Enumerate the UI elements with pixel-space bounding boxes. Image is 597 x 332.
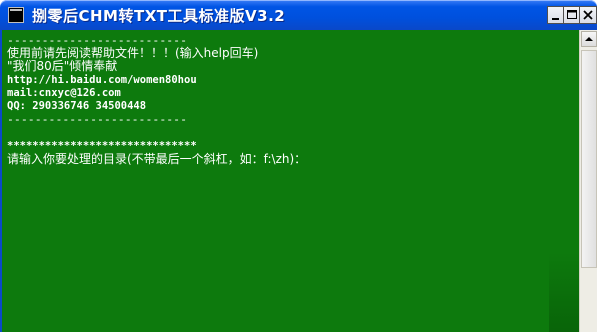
console-line-stars: ****************************** <box>7 139 197 152</box>
title-bar[interactable]: 捌零后CHM转TXT工具标准版V3.2 <box>0 0 597 30</box>
maximize-icon <box>567 10 577 19</box>
vertical-scrollbar[interactable] <box>579 30 597 332</box>
console-output[interactable]: -------------------------- 使用前请先阅读帮助文件！！！… <box>0 30 579 332</box>
console-shade <box>549 252 579 332</box>
window-title: 捌零后CHM转TXT工具标准版V3.2 <box>32 7 286 25</box>
console-line-blank <box>7 126 306 139</box>
close-icon <box>583 10 593 20</box>
console-line-mail: mail:cnxyc@126.com <box>7 86 121 99</box>
scrollbar-thumb[interactable] <box>581 50 597 268</box>
console-line-separator-bottom: -------------------------- <box>7 112 188 127</box>
console-window: 捌零后CHM转TXT工具标准版V3.2 --------------------… <box>0 0 597 332</box>
console-line-credit: "我们80后"倾情奉献 <box>7 59 118 74</box>
console-line-url: http://hi.baidu.com/women80hou <box>7 73 197 86</box>
close-button[interactable] <box>579 6 597 24</box>
console-app-icon[interactable] <box>8 7 24 23</box>
arrow-up-icon <box>585 37 593 41</box>
minimize-icon <box>552 18 559 20</box>
console-line-prompt: 请输入你要处理的目录(不带最后一个斜杠，如：f:\zh)： <box>7 151 307 166</box>
scroll-up-button[interactable] <box>581 31 597 47</box>
